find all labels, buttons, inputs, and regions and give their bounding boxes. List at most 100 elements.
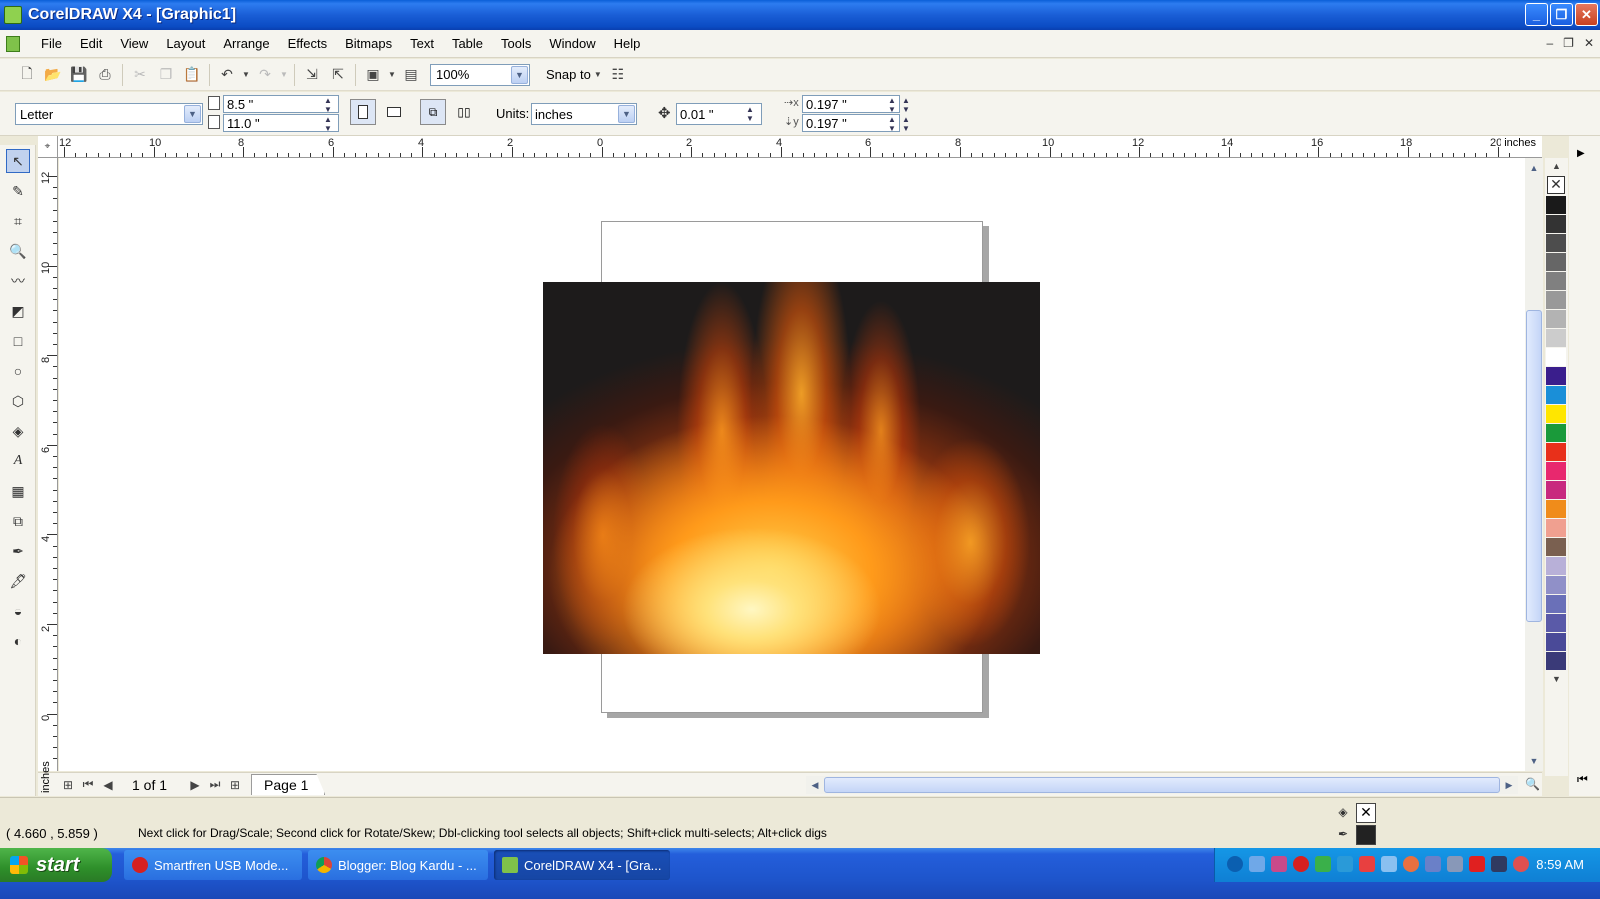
color-swatch[interactable] xyxy=(1546,595,1566,614)
portrait-button[interactable] xyxy=(350,99,376,125)
rectangle-tool-icon[interactable]: □ xyxy=(6,329,30,353)
units-select[interactable]: inches ▼ xyxy=(531,103,637,125)
paste-icon[interactable]: 📋 xyxy=(179,63,205,87)
text-tool-icon[interactable]: A xyxy=(6,449,30,473)
color-swatch[interactable] xyxy=(1546,424,1566,443)
menu-table[interactable]: Table xyxy=(443,36,492,51)
polygon-tool-icon[interactable]: ⬡ xyxy=(6,389,30,413)
chevron-down-icon[interactable]: ▼ xyxy=(511,65,528,84)
add-page-before-icon[interactable]: ⊞ xyxy=(58,778,78,792)
duplicate-spinner-right-2[interactable]: ▲ ▼ xyxy=(902,115,912,133)
table-tool-icon[interactable]: ▦ xyxy=(6,479,30,503)
color-swatch[interactable] xyxy=(1546,557,1566,576)
chevron-down-icon[interactable]: ▼ xyxy=(184,105,201,123)
duplicate-spinner-right[interactable]: ▲ ▼ xyxy=(902,96,912,114)
menu-effects[interactable]: Effects xyxy=(279,36,337,51)
color-swatch[interactable] xyxy=(1546,443,1566,462)
color-swatch[interactable] xyxy=(1546,481,1566,500)
scroll-left-icon[interactable]: ◀ xyxy=(807,777,823,793)
page-width-field[interactable]: 8.5 " xyxy=(223,95,339,113)
restore-button[interactable]: ❐ xyxy=(1550,3,1573,26)
color-swatch[interactable] xyxy=(1546,291,1566,310)
palette-expand-icon[interactable]: ⏮ xyxy=(1577,772,1588,787)
smart-fill-tool-icon[interactable]: ◩ xyxy=(6,299,30,323)
fill-tool-icon[interactable]: ◒ xyxy=(6,599,30,623)
scroll-up-icon[interactable]: ▲ xyxy=(1526,160,1542,176)
task-coreldraw[interactable]: CorelDRAW X4 - [Gra... xyxy=(494,850,670,880)
coreldraw-app-icon[interactable] xyxy=(4,6,22,24)
color-swatch[interactable] xyxy=(1546,386,1566,405)
save-icon[interactable]: 💾 xyxy=(66,63,92,87)
task-smartfren[interactable]: Smartfren USB Mode... xyxy=(124,850,302,880)
freehand-tool-icon[interactable]: 〰 xyxy=(6,269,30,293)
doc-close-button[interactable]: ✕ xyxy=(1584,36,1594,50)
import-icon[interactable]: ⇲ xyxy=(299,63,325,87)
landscape-button[interactable] xyxy=(381,99,407,125)
color-swatch[interactable] xyxy=(1546,519,1566,538)
open-folder-icon[interactable]: 📂 xyxy=(40,63,66,87)
previous-page-icon[interactable]: ◀ xyxy=(98,778,118,792)
undo-icon[interactable]: ↶ xyxy=(214,63,240,87)
crop-tool-icon[interactable]: ⌗ xyxy=(6,209,30,233)
page-tab[interactable]: Page 1 xyxy=(251,774,326,795)
menu-layout[interactable]: Layout xyxy=(157,36,214,51)
nudge-spinner[interactable]: ▲ ▼ xyxy=(746,105,756,123)
eyedropper-tool-icon[interactable]: ✒ xyxy=(6,539,30,563)
tray-app-icon[interactable] xyxy=(1359,856,1375,872)
menu-bitmaps[interactable]: Bitmaps xyxy=(336,36,401,51)
copy-icon[interactable]: ❐ xyxy=(153,63,179,87)
interactive-blend-tool-icon[interactable]: ⧉ xyxy=(6,509,30,533)
menu-help[interactable]: Help xyxy=(605,36,650,51)
snap-to-button[interactable]: Snap to xyxy=(546,67,591,82)
color-swatch[interactable] xyxy=(1546,367,1566,386)
color-swatch[interactable] xyxy=(1546,500,1566,519)
chevron-down-icon[interactable]: ▼ xyxy=(618,105,635,123)
print-icon[interactable]: ⎙ xyxy=(92,63,118,87)
pick-tool-icon[interactable]: ↖ xyxy=(6,149,30,173)
palette-scroll-down-icon[interactable]: ▼ xyxy=(1545,671,1568,687)
zoom-tool-icon[interactable]: 🔍 xyxy=(6,239,30,263)
shape-tool-icon[interactable]: ✎ xyxy=(6,179,30,203)
menu-text[interactable]: Text xyxy=(401,36,443,51)
horizontal-scrollbar[interactable]: ◀ ▶ xyxy=(806,776,1518,794)
tray-app-icon[interactable] xyxy=(1271,856,1287,872)
duplicate-x-field[interactable]: 0.197 " xyxy=(802,95,900,113)
paper-type-select[interactable]: Letter ▼ xyxy=(15,103,203,125)
drawing-canvas[interactable] xyxy=(59,158,1525,771)
fill-indicator[interactable]: ◈ ✕ xyxy=(1336,803,1376,823)
horizontal-scroll-thumb[interactable] xyxy=(824,777,1500,793)
color-swatch[interactable] xyxy=(1546,215,1566,234)
color-swatch[interactable] xyxy=(1546,234,1566,253)
color-swatch[interactable] xyxy=(1546,329,1566,348)
horizontal-ruler[interactable]: 12 10 8 6 4 2 0 2 4 6 8 10 12 14 16 18 2… xyxy=(38,136,1542,158)
scroll-right-icon[interactable]: ▶ xyxy=(1501,777,1517,793)
duplicate-x-spinner[interactable]: ▲ ▼ xyxy=(888,96,898,114)
last-page-icon[interactable]: ⏭ xyxy=(205,777,225,792)
menu-arrange[interactable]: Arrange xyxy=(214,36,278,51)
zoom-navigator-icon[interactable]: 🔍 xyxy=(1525,777,1540,791)
outline-tool-icon[interactable]: 🖋 xyxy=(6,569,30,593)
color-swatch[interactable] xyxy=(1546,196,1566,215)
search-icon[interactable] xyxy=(1381,856,1397,872)
tray-app-icon[interactable] xyxy=(1337,856,1353,872)
tray-app-icon[interactable] xyxy=(1293,856,1309,872)
interactive-fill-tool-icon[interactable]: ◐ xyxy=(6,629,30,653)
export-icon[interactable]: ⇱ xyxy=(325,63,351,87)
color-swatch[interactable] xyxy=(1546,310,1566,329)
tray-app-icon[interactable] xyxy=(1403,856,1419,872)
color-swatch[interactable] xyxy=(1546,614,1566,633)
menu-window[interactable]: Window xyxy=(540,36,604,51)
undo-dropdown-icon[interactable]: ▼ xyxy=(240,63,252,87)
doc-restore-button[interactable]: ❐ xyxy=(1563,36,1574,50)
ellipse-tool-icon[interactable]: ○ xyxy=(6,359,30,383)
tray-app-icon[interactable] xyxy=(1425,856,1441,872)
page-height-field[interactable]: 11.0 " xyxy=(223,114,339,132)
document-icon[interactable] xyxy=(6,35,20,52)
tray-app-icon[interactable] xyxy=(1469,856,1485,872)
basic-shapes-tool-icon[interactable]: ◈ xyxy=(6,419,30,443)
vertical-scrollbar[interactable]: ▲ ▼ xyxy=(1525,158,1543,771)
zoom-level-select[interactable]: 100% ▼ xyxy=(430,63,530,86)
no-color-swatch[interactable]: ✕ xyxy=(1547,176,1565,194)
outline-indicator[interactable]: ✒ xyxy=(1336,825,1376,845)
palette-scroll-up-icon[interactable]: ▲ xyxy=(1545,158,1568,174)
